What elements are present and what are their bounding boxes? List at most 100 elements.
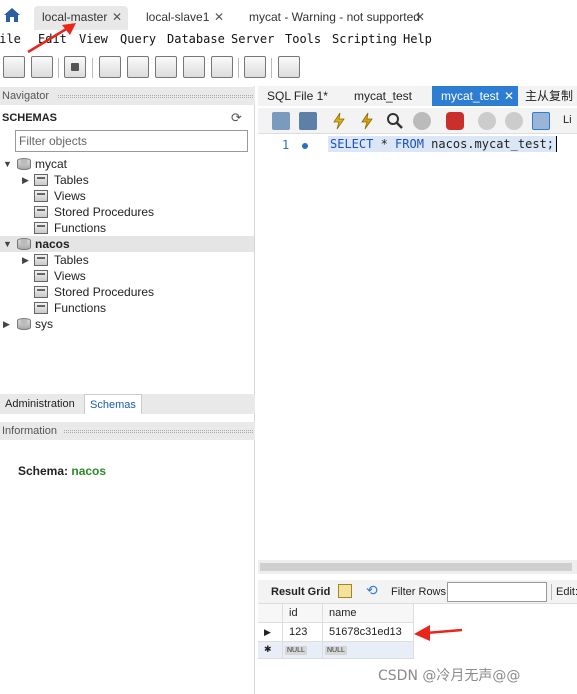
commit-icon[interactable]: [478, 112, 496, 130]
new-sql-tab-icon[interactable]: [3, 56, 25, 78]
new-row-marker-icon: ✱: [258, 642, 283, 659]
expand-arrow-icon[interactable]: ▶: [3, 316, 10, 332]
tree-item-functions[interactable]: Functions: [0, 300, 254, 316]
create-procedure-icon[interactable]: [183, 56, 205, 78]
collapse-arrow-icon[interactable]: ▼: [3, 156, 12, 172]
execute-icon[interactable]: [330, 112, 348, 130]
tree-item-views[interactable]: Views: [0, 268, 254, 284]
tree-item-label: Stored Procedures: [54, 285, 155, 299]
filter-objects-input[interactable]: [15, 130, 248, 152]
grid-header-row: id name: [258, 604, 414, 623]
table-row[interactable]: ▶ 123 51678c31ed13: [258, 623, 414, 642]
schema-item-mycat[interactable]: ▼ mycat: [0, 156, 254, 172]
expand-arrow-icon[interactable]: ▶: [22, 252, 29, 268]
sql-text: *: [373, 137, 396, 151]
menu-tools[interactable]: Tools: [285, 32, 321, 46]
close-icon[interactable]: ✕: [112, 6, 122, 28]
expand-arrow-icon[interactable]: ▶: [22, 172, 29, 188]
create-function-icon[interactable]: [211, 56, 233, 78]
panel-grip: [64, 430, 253, 433]
result-grid-button[interactable]: Result Grid: [271, 586, 330, 598]
tab-sql-file-1[interactable]: SQL File 1*: [258, 86, 342, 106]
cell-name[interactable]: 51678c31ed13: [323, 623, 414, 642]
table-folder-icon: [34, 174, 48, 186]
menu-help[interactable]: Help: [403, 32, 432, 46]
schema-item-sys[interactable]: ▶ sys: [0, 316, 254, 332]
connection-tab-local-slave1[interactable]: local-slave1 ✕: [138, 6, 230, 30]
create-view-icon[interactable]: [155, 56, 177, 78]
schema-item-nacos[interactable]: ▼ nacos: [0, 236, 254, 252]
search-table-data-icon[interactable]: [244, 56, 266, 78]
horizontal-scrollbar[interactable]: [258, 560, 577, 574]
menu-server[interactable]: Server: [231, 32, 274, 46]
schema-name: mycat: [35, 157, 68, 171]
database-icon: [17, 238, 31, 250]
tab-administration[interactable]: Administration: [0, 394, 80, 414]
menu-file[interactable]: File: [0, 32, 21, 46]
tree-item-label: Views: [54, 269, 86, 283]
reconnect-icon[interactable]: [278, 56, 300, 78]
tree-item-views[interactable]: Views: [0, 188, 254, 204]
edit-label: Edit:: [556, 586, 577, 598]
sql-editor[interactable]: 1 SELECT * FROM nacos.mycat_test;: [258, 134, 577, 558]
query-toolbar: Li: [258, 108, 577, 134]
home-icon[interactable]: [3, 6, 21, 24]
tree-item-functions[interactable]: Functions: [0, 220, 254, 236]
menu-scripting[interactable]: Scripting: [332, 32, 397, 46]
open-file-icon[interactable]: [272, 112, 290, 130]
tree-item-tables[interactable]: ▶ Tables: [0, 252, 254, 268]
refresh-icon[interactable]: ⟲: [366, 582, 378, 599]
new-row[interactable]: ✱ NULL NULL: [258, 642, 414, 659]
tree-item-stored-procedures[interactable]: Stored Procedures: [0, 204, 254, 220]
sql-statement[interactable]: SELECT * FROM nacos.mycat_test;: [328, 136, 557, 152]
tab-mycat-test-active[interactable]: mycat_test ✕: [432, 86, 518, 106]
tab-label: mycat_test: [354, 89, 413, 103]
scrollbar-thumb[interactable]: [260, 563, 572, 571]
close-icon[interactable]: ✕: [214, 6, 224, 28]
navigator-header: Navigator: [0, 87, 255, 105]
collapse-arrow-icon[interactable]: ▼: [3, 236, 12, 252]
toolbar-separator: [58, 58, 59, 78]
tab-mycat-test[interactable]: mycat_test: [345, 86, 431, 106]
grid-view-icon[interactable]: [338, 584, 352, 598]
autocommit-icon[interactable]: [532, 112, 550, 130]
tree-item-stored-procedures[interactable]: Stored Procedures: [0, 284, 254, 300]
navigator-panel: Navigator SCHEMAS ⟳ ▼ mycat ▶ Tables Vie…: [0, 86, 255, 694]
procedure-folder-icon: [34, 286, 48, 298]
save-icon[interactable]: [299, 112, 317, 130]
open-sql-script-icon[interactable]: [31, 56, 53, 78]
stop-icon[interactable]: [413, 112, 431, 130]
menu-view[interactable]: View: [79, 32, 108, 46]
tab-master-slave[interactable]: 主从复制: [516, 86, 577, 106]
tree-item-tables[interactable]: ▶ Tables: [0, 172, 254, 188]
tree-item-label: Functions: [54, 301, 107, 315]
function-folder-icon: [34, 222, 48, 234]
explain-icon[interactable]: [386, 112, 404, 130]
tab-schemas[interactable]: Schemas: [84, 394, 142, 414]
menu-query[interactable]: Query: [120, 32, 156, 46]
toolbar-separator: [238, 58, 239, 78]
execute-current-icon[interactable]: [358, 112, 376, 130]
filter-rows-input[interactable]: [447, 582, 547, 602]
null-cell[interactable]: NULL: [323, 642, 414, 659]
cell-id[interactable]: 123: [283, 623, 323, 642]
toggle-continue-on-error-icon[interactable]: [446, 112, 464, 130]
column-header-name[interactable]: name: [323, 604, 414, 623]
tab-label: mycat_test: [441, 89, 500, 103]
close-icon[interactable]: ✕: [504, 86, 514, 106]
connection-tab-mycat[interactable]: mycat - Warning - not supported ✕: [241, 6, 431, 30]
filter-rows-label: Filter Rows:: [391, 586, 450, 598]
close-icon[interactable]: ✕: [415, 6, 425, 28]
column-header-id[interactable]: id: [283, 604, 323, 623]
null-cell[interactable]: NULL: [283, 642, 323, 659]
create-schema-icon[interactable]: [99, 56, 121, 78]
connection-tab-bar: local-master ✕ local-slave1 ✕ mycat - Wa…: [0, 0, 577, 32]
inspector-icon[interactable]: [64, 56, 86, 78]
limit-rows-label[interactable]: Li: [563, 114, 572, 126]
database-icon: [17, 318, 31, 330]
rollback-icon[interactable]: [505, 112, 523, 130]
menu-database[interactable]: Database: [167, 32, 225, 46]
refresh-icon[interactable]: ⟳: [231, 110, 242, 126]
create-table-icon[interactable]: [127, 56, 149, 78]
navigator-bottom-tabs: Administration Schemas: [0, 394, 255, 414]
